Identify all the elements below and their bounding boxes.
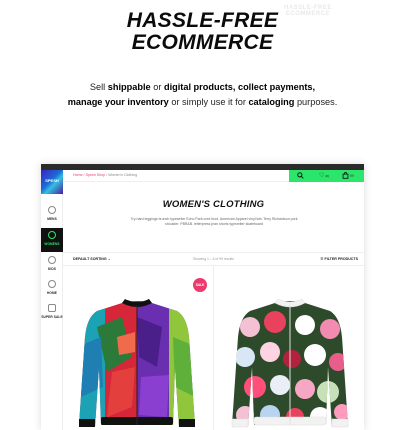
desc-bold-cataloging: cataloging — [248, 97, 295, 107]
page-description: Try-hard leggings brunch typewriter Echo… — [130, 217, 298, 226]
search-button[interactable] — [297, 172, 304, 180]
grid-divider — [213, 266, 214, 430]
desc-bold-inventory: manage your inventory — [67, 97, 169, 107]
hero-description: Sell shippable or digital products, coll… — [0, 80, 405, 110]
desc-bold-shippable: shippable — [107, 82, 151, 92]
sale-badge: SALE — [193, 278, 207, 292]
breadcrumb-current: Women's Clothing — [108, 173, 138, 177]
wishlist-button[interactable]: ♡ (0) — [319, 172, 329, 180]
sidebar-item-label: SUPER SALE — [41, 315, 63, 319]
desc-text-1: Sell — [89, 82, 108, 92]
store-logo-text: SPESH — [45, 178, 59, 183]
search-icon — [297, 172, 304, 179]
top-bar: Home / Spesh Shop / Women's Clothing ♡ (… — [63, 170, 364, 182]
desc-text-4: purposes. — [294, 97, 338, 107]
desc-bold-digital: digital products, collect payments, — [163, 82, 316, 92]
sidebar: SPESH MENS WOMENS KIDS HOME SUPER SALE — [41, 170, 63, 430]
sorting-label: DEFAULT SORTING — [73, 257, 107, 261]
sorting-dropdown[interactable]: DEFAULT SORTING ⌄ — [73, 257, 111, 261]
product-image-floral-bomber — [231, 298, 349, 428]
sidebar-item-kids[interactable]: KIDS — [41, 253, 63, 277]
cart-icon — [342, 171, 349, 179]
sidebar-item-label: HOME — [47, 291, 57, 295]
cart-count: (0) — [350, 173, 354, 178]
filter-products-button[interactable]: ☰ FILTER PRODUCTS — [320, 257, 358, 261]
heart-icon: ♡ — [319, 173, 325, 179]
filter-label: FILTER PRODUCTS — [324, 257, 358, 261]
filter-bar: DEFAULT SORTING ⌄ Showing 1 – 6 of 99 re… — [63, 252, 364, 266]
sidebar-item-womens[interactable]: WOMENS — [41, 228, 63, 252]
home-icon — [48, 280, 56, 288]
product-card-patchwork-bomber[interactable] — [77, 297, 197, 430]
page-title: WOMEN'S CLOTHING — [162, 199, 265, 210]
chevron-down-icon: ⌄ — [107, 257, 111, 261]
sidebar-item-mens[interactable]: MENS — [41, 203, 63, 227]
product-card-floral-bomber[interactable] — [230, 297, 350, 430]
tag-icon — [48, 304, 56, 312]
hero-title: HASSLE-FREE ECOMMERCE — [0, 10, 405, 54]
sidebar-item-label: KIDS — [47, 267, 56, 271]
hero-title-line1: HASSLE-FREE — [126, 9, 279, 32]
sidebar-item-label: MENS — [47, 217, 57, 221]
person-icon — [48, 206, 56, 214]
child-icon — [48, 256, 56, 264]
sidebar-item-super-sale[interactable]: SUPER SALE — [41, 301, 63, 325]
app-window-mockup: SPESH MENS WOMENS KIDS HOME SUPER SALE H… — [41, 164, 364, 430]
cart-button[interactable]: (0) — [342, 171, 354, 180]
result-count: Showing 1 – 6 of 99 results — [193, 257, 234, 261]
sidebar-item-label: WOMENS — [44, 242, 60, 246]
breadcrumb-home[interactable]: Home — [73, 173, 83, 177]
store-logo[interactable]: SPESH — [41, 170, 63, 194]
sidebar-item-home[interactable]: HOME — [41, 277, 63, 301]
breadcrumb: Home / Spesh Shop / Women's Clothing — [73, 173, 137, 177]
product-image-patchwork-bomber — [79, 299, 195, 427]
breadcrumb-shop[interactable]: Spesh Shop — [86, 173, 106, 177]
desc-text-3: or simply use it for — [168, 97, 249, 107]
desc-text-2: or — [150, 82, 164, 92]
wishlist-count: (0) — [325, 174, 330, 178]
hero-title-line2: ECOMMERCE — [131, 31, 274, 54]
header-toolbar: ♡ (0) (0) — [289, 170, 364, 182]
person-icon — [48, 231, 56, 239]
